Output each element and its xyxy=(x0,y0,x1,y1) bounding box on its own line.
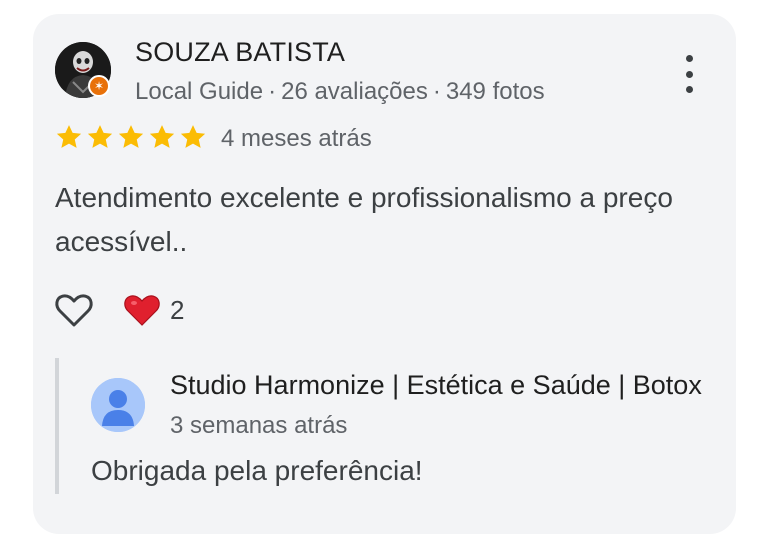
star-icon xyxy=(180,125,206,148)
reaction-count: 2 xyxy=(170,295,185,325)
reply-divider xyxy=(55,358,59,494)
star-icon xyxy=(118,125,144,148)
reviewer-name[interactable]: SOUZA BATISTA xyxy=(135,37,345,68)
star-icon xyxy=(149,125,175,148)
more-vert-icon[interactable] xyxy=(674,55,704,93)
heart-outline-icon[interactable] xyxy=(54,291,94,329)
owner-response-text: Obrigada pela preferência! xyxy=(91,455,423,486)
owner-name[interactable]: Studio Harmonize | Estética e Saúde | Bo… xyxy=(170,370,702,401)
reviews-count: 26 avaliações xyxy=(281,78,428,105)
review-text: Atendimento excelente e profissionalismo… xyxy=(55,182,673,257)
meta-separator: · xyxy=(268,78,277,105)
reviewer-meta: Local Guide · 26 avaliações · 349 fotos xyxy=(135,78,545,106)
star-icon xyxy=(87,125,113,148)
star-icon xyxy=(56,125,82,148)
local-guide-label: Local Guide xyxy=(135,78,264,105)
photos-count: 349 fotos xyxy=(445,78,545,105)
meta-separator: · xyxy=(432,78,441,105)
person-icon[interactable] xyxy=(91,378,145,432)
star-rating xyxy=(54,122,208,152)
red-heart-icon[interactable] xyxy=(123,292,161,328)
owner-response-time: 3 semanas atrás xyxy=(170,412,348,439)
local-guide-badge-icon: ✶ xyxy=(88,75,110,97)
review-time: 4 meses atrás xyxy=(221,125,372,152)
reviewer-avatar[interactable]: ✶ xyxy=(55,42,111,98)
